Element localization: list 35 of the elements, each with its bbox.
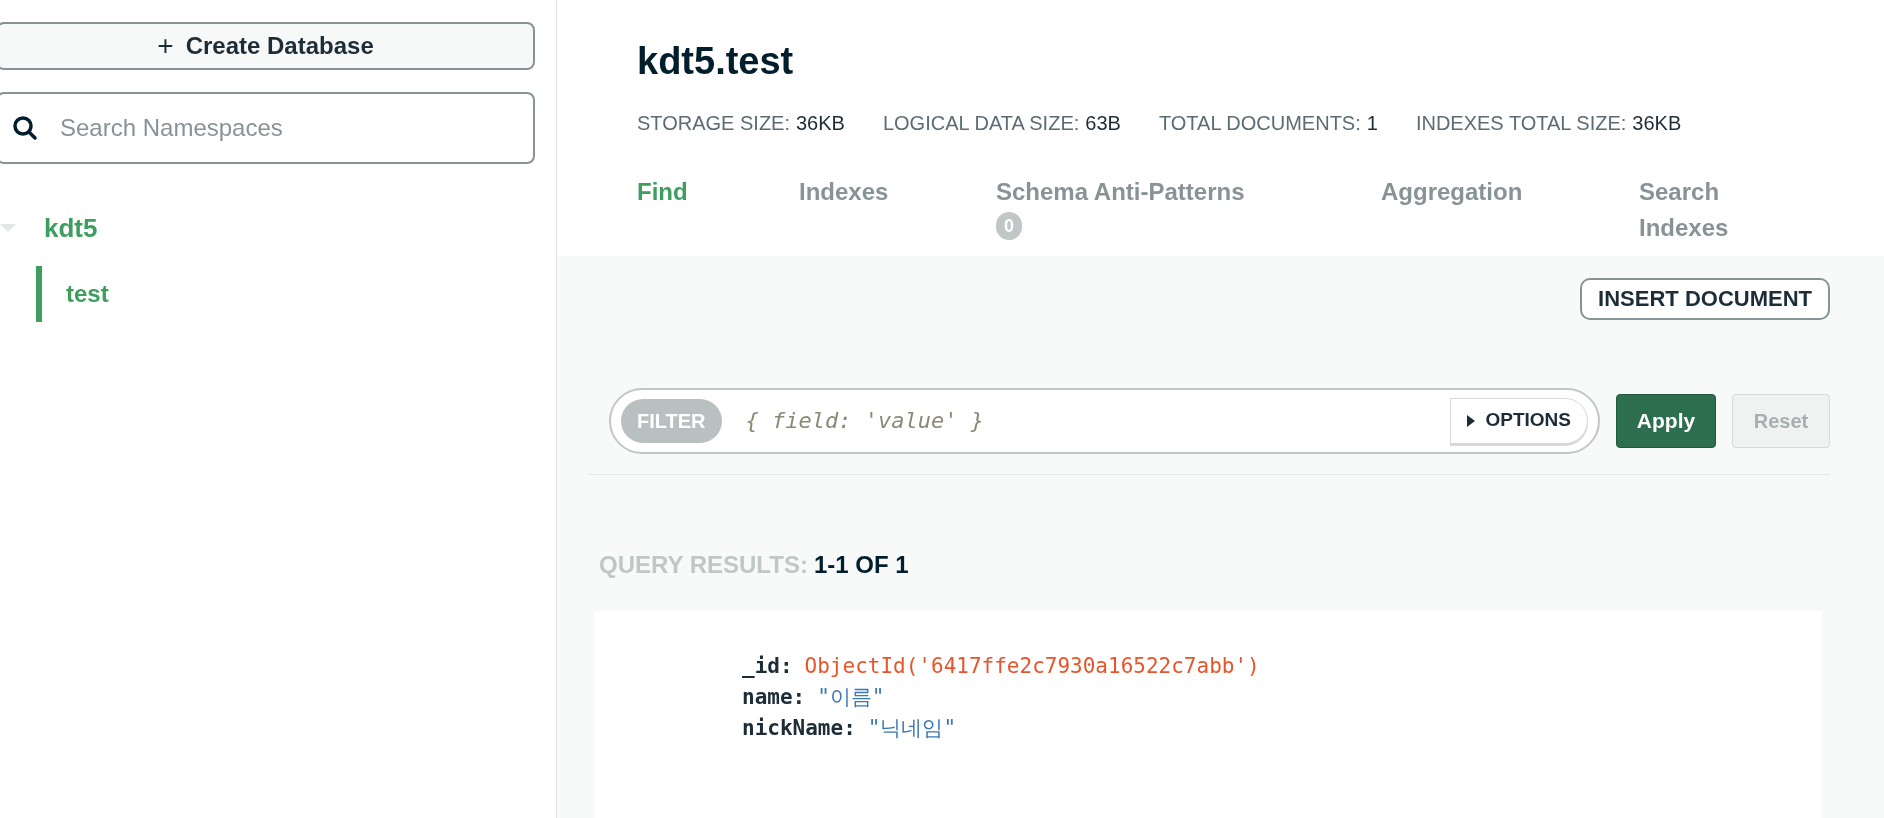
filter-label: FILTER [621,398,722,443]
stat-label: LOGICAL DATA SIZE: [882,110,1080,136]
field-value: "이름" [817,683,885,711]
database-item[interactable]: kdt5 [0,202,535,254]
stat-label: INDEXES TOTAL SIZE: [1415,110,1627,136]
field-key: nickName: [742,712,856,744]
options-button[interactable]: OPTIONS [1450,397,1588,444]
stat-value: 63B [1085,110,1121,136]
create-database-button[interactable]: + Create Database [0,22,535,70]
results-count: 1-1 OF 1 [813,549,909,580]
page-title: kdt5.test [637,39,795,84]
field-key: _id: [742,650,793,682]
stat-label: STORAGE SIZE: [637,110,790,136]
tab[interactable]: Indexes [799,173,996,256]
insert-document-button[interactable]: INSERT DOCUMENT [1580,277,1830,320]
stat-value: 36KB [796,110,845,136]
field-value: "닉네임" [867,714,957,742]
plus-icon: + [157,32,174,60]
tab[interactable]: Find [637,173,799,256]
search-icon [12,115,38,141]
tab[interactable]: Aggregation [1381,173,1639,256]
apply-button[interactable]: Apply [1616,393,1716,448]
stat-value: 36KB [1632,110,1682,136]
filter-input[interactable]: { field: 'value' } [745,404,1427,437]
tab[interactable]: Schema Anti-Patterns 0 [996,173,1381,256]
tab[interactable]: Search Indexes [1639,173,1749,256]
stat-value: 1 [1366,110,1378,136]
field-key: name: [742,681,806,713]
search-field[interactable]: Search Namespaces [0,92,535,164]
filter-bar[interactable]: FILTER { field: 'value' } OPTIONS [609,387,1600,454]
caret-icon [1467,414,1476,427]
stat-label: TOTAL DOCUMENTS: [1158,110,1361,136]
count-badge: 0 [996,211,1022,240]
field-value: ObjectId('6417ffe2c7930a16522c7abb') [804,652,1260,680]
collection-item[interactable]: test [36,266,535,322]
